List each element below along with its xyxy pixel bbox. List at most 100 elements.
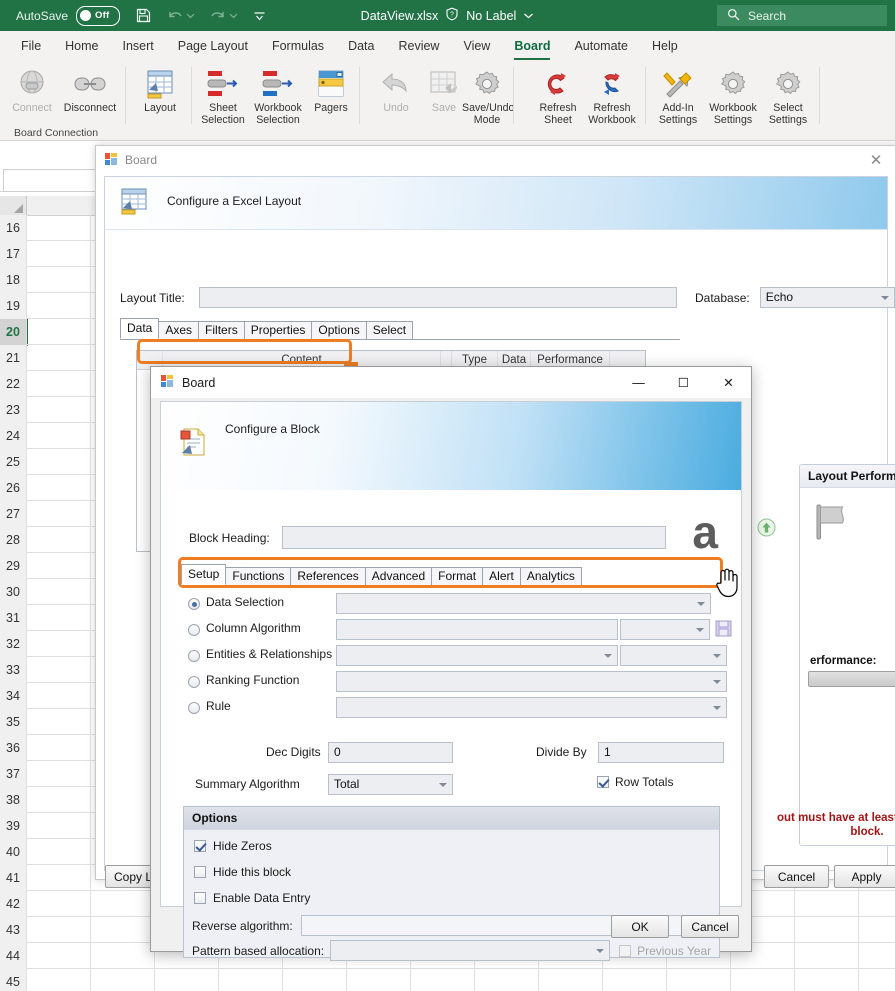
block-heading-input[interactable] bbox=[281, 526, 666, 549]
hide-this-block-checkbox[interactable] bbox=[194, 866, 206, 878]
enable-data-entry-row[interactable]: Enable Data Entry bbox=[194, 891, 310, 905]
ribbon-button-layout[interactable]: Layout bbox=[132, 65, 188, 115]
radio-entities-relationships[interactable] bbox=[188, 650, 200, 662]
row-header-24[interactable]: 24 bbox=[0, 423, 27, 450]
combo-rule[interactable] bbox=[336, 697, 727, 718]
combo-column-algorithm-secondary[interactable] bbox=[620, 619, 710, 640]
tab-analytics[interactable]: Analytics bbox=[519, 567, 582, 585]
ribbon-button-workbook-selection[interactable]: Workbook Selection bbox=[250, 65, 306, 126]
summary-algorithm-combo[interactable]: Total bbox=[328, 774, 453, 795]
inner-dialog-title-bar[interactable]: Board — ☐ ✕ bbox=[151, 367, 751, 398]
outer-dialog-close-button[interactable]: ✕ bbox=[866, 152, 886, 170]
ribbon-button-sheet-selection[interactable]: Sheet Selection bbox=[195, 65, 251, 126]
ribbon-button-workbook-settings[interactable]: Workbook Settings bbox=[705, 65, 761, 126]
move-up-circle-icon[interactable] bbox=[757, 518, 776, 540]
radio-rule[interactable] bbox=[188, 702, 200, 714]
row-header-30[interactable]: 30 bbox=[0, 579, 27, 606]
row-header-28[interactable]: 28 bbox=[0, 527, 27, 554]
ribbon-button-refresh-workbook[interactable]: Refresh Workbook bbox=[584, 65, 640, 126]
tab-format[interactable]: Format bbox=[431, 567, 484, 585]
row-header-31[interactable]: 31 bbox=[0, 605, 27, 632]
layout-title-input[interactable] bbox=[198, 287, 677, 308]
workbook-filename[interactable]: DataView.xlsx bbox=[361, 9, 439, 23]
row-header-41[interactable]: 41 bbox=[0, 865, 27, 892]
row-header-25[interactable]: 25 bbox=[0, 449, 27, 476]
radio-data-selection[interactable] bbox=[188, 598, 200, 610]
row-header-16[interactable]: 16 bbox=[0, 215, 27, 242]
tab-axes[interactable]: Axes bbox=[158, 321, 200, 339]
inner-cancel-button[interactable]: Cancel bbox=[681, 915, 739, 938]
hide-zeros-checkbox[interactable] bbox=[194, 840, 206, 852]
input-column-algorithm[interactable] bbox=[336, 619, 618, 640]
pattern-allocation-combo[interactable] bbox=[330, 940, 611, 961]
ribbon-tab-home[interactable]: Home bbox=[54, 35, 109, 57]
hide-zeros-row[interactable]: Hide Zeros bbox=[194, 839, 272, 853]
row-header-37[interactable]: 37 bbox=[0, 761, 27, 788]
row-header-42[interactable]: 42 bbox=[0, 891, 27, 918]
hide-this-block-row[interactable]: Hide this block bbox=[194, 865, 291, 879]
tab-setup[interactable]: Setup bbox=[181, 564, 227, 585]
ribbon-button-select-settings[interactable]: Select Settings bbox=[760, 65, 816, 126]
row-header-38[interactable]: 38 bbox=[0, 787, 27, 814]
ribbon-tab-help[interactable]: Help bbox=[641, 35, 689, 57]
close-button[interactable]: ✕ bbox=[706, 367, 751, 398]
outer-cancel-button[interactable]: Cancel bbox=[764, 865, 829, 888]
row-header-43[interactable]: 43 bbox=[0, 917, 27, 944]
ok-button[interactable]: OK bbox=[611, 915, 669, 938]
ribbon-tab-view[interactable]: View bbox=[452, 35, 501, 57]
dec-digits-input[interactable]: 0 bbox=[328, 742, 453, 763]
ribbon-button-connect[interactable]: Connect bbox=[4, 65, 60, 115]
ribbon-tab-data[interactable]: Data bbox=[337, 35, 385, 57]
row-header-32[interactable]: 32 bbox=[0, 631, 27, 658]
row-header-40[interactable]: 40 bbox=[0, 839, 27, 866]
row-header-26[interactable]: 26 bbox=[0, 475, 27, 502]
ribbon-button-refresh-sheet[interactable]: Refresh Sheet bbox=[530, 65, 586, 126]
search-box[interactable]: Search bbox=[717, 5, 887, 26]
row-header-35[interactable]: 35 bbox=[0, 709, 27, 736]
row-header-23[interactable]: 23 bbox=[0, 397, 27, 424]
tab-properties[interactable]: Properties bbox=[243, 321, 313, 339]
row-header-17[interactable]: 17 bbox=[0, 241, 27, 268]
row-header-39[interactable]: 39 bbox=[0, 813, 27, 840]
row-header-21[interactable]: 21 bbox=[0, 345, 27, 372]
row-header-19[interactable]: 19 bbox=[0, 293, 27, 320]
ribbon-tab-formulas[interactable]: Formulas bbox=[261, 35, 335, 57]
row-header-29[interactable]: 29 bbox=[0, 553, 27, 580]
enable-data-entry-checkbox[interactable] bbox=[194, 892, 206, 904]
tab-advanced[interactable]: Advanced bbox=[364, 567, 433, 585]
radio-column-algorithm[interactable] bbox=[188, 624, 200, 636]
row-header-44[interactable]: 44 bbox=[0, 943, 27, 970]
ribbon-tab-page-layout[interactable]: Page Layout bbox=[167, 35, 259, 57]
tab-select[interactable]: Select bbox=[365, 321, 414, 339]
tab-data[interactable]: Data bbox=[120, 318, 160, 339]
radio-ranking-function[interactable] bbox=[188, 676, 200, 688]
row-header-20[interactable]: 20 bbox=[0, 319, 28, 346]
ribbon-button-pagers[interactable]: Pagers bbox=[303, 65, 359, 115]
row-header-27[interactable]: 27 bbox=[0, 501, 27, 528]
tab-options[interactable]: Options bbox=[311, 321, 367, 339]
combo-data-selection[interactable] bbox=[336, 593, 711, 614]
maximize-button[interactable]: ☐ bbox=[661, 367, 706, 398]
chevron-down-icon[interactable] bbox=[523, 9, 534, 23]
name-box[interactable] bbox=[3, 169, 98, 192]
combo-entities-relationships[interactable] bbox=[336, 645, 618, 666]
tab-functions[interactable]: Functions bbox=[225, 567, 292, 585]
ribbon-tab-board[interactable]: Board bbox=[503, 35, 561, 60]
divide-by-input[interactable]: 1 bbox=[598, 742, 724, 763]
row-header-33[interactable]: 33 bbox=[0, 657, 27, 684]
row-totals-checkbox[interactable] bbox=[597, 776, 609, 788]
row-header-22[interactable]: 22 bbox=[0, 371, 27, 398]
combo-ranking-function[interactable] bbox=[336, 671, 727, 692]
ribbon-button-addin-settings[interactable]: Add-In Settings bbox=[650, 65, 706, 126]
database-combo[interactable]: Echo bbox=[759, 287, 895, 308]
select-all-corner[interactable] bbox=[0, 196, 27, 215]
ribbon-tab-automate[interactable]: Automate bbox=[563, 35, 639, 57]
outer-apply-button[interactable]: Apply bbox=[834, 865, 895, 888]
combo-entities-relationships-secondary[interactable] bbox=[620, 645, 727, 666]
tab-alert[interactable]: Alert bbox=[482, 567, 521, 585]
row-header-34[interactable]: 34 bbox=[0, 683, 27, 710]
row-header-36[interactable]: 36 bbox=[0, 735, 27, 762]
outer-dialog-title-bar[interactable]: Board bbox=[96, 146, 895, 174]
row-header-45[interactable]: 45 bbox=[0, 969, 27, 991]
row-totals-checkbox-row[interactable]: Row Totals bbox=[597, 775, 673, 789]
